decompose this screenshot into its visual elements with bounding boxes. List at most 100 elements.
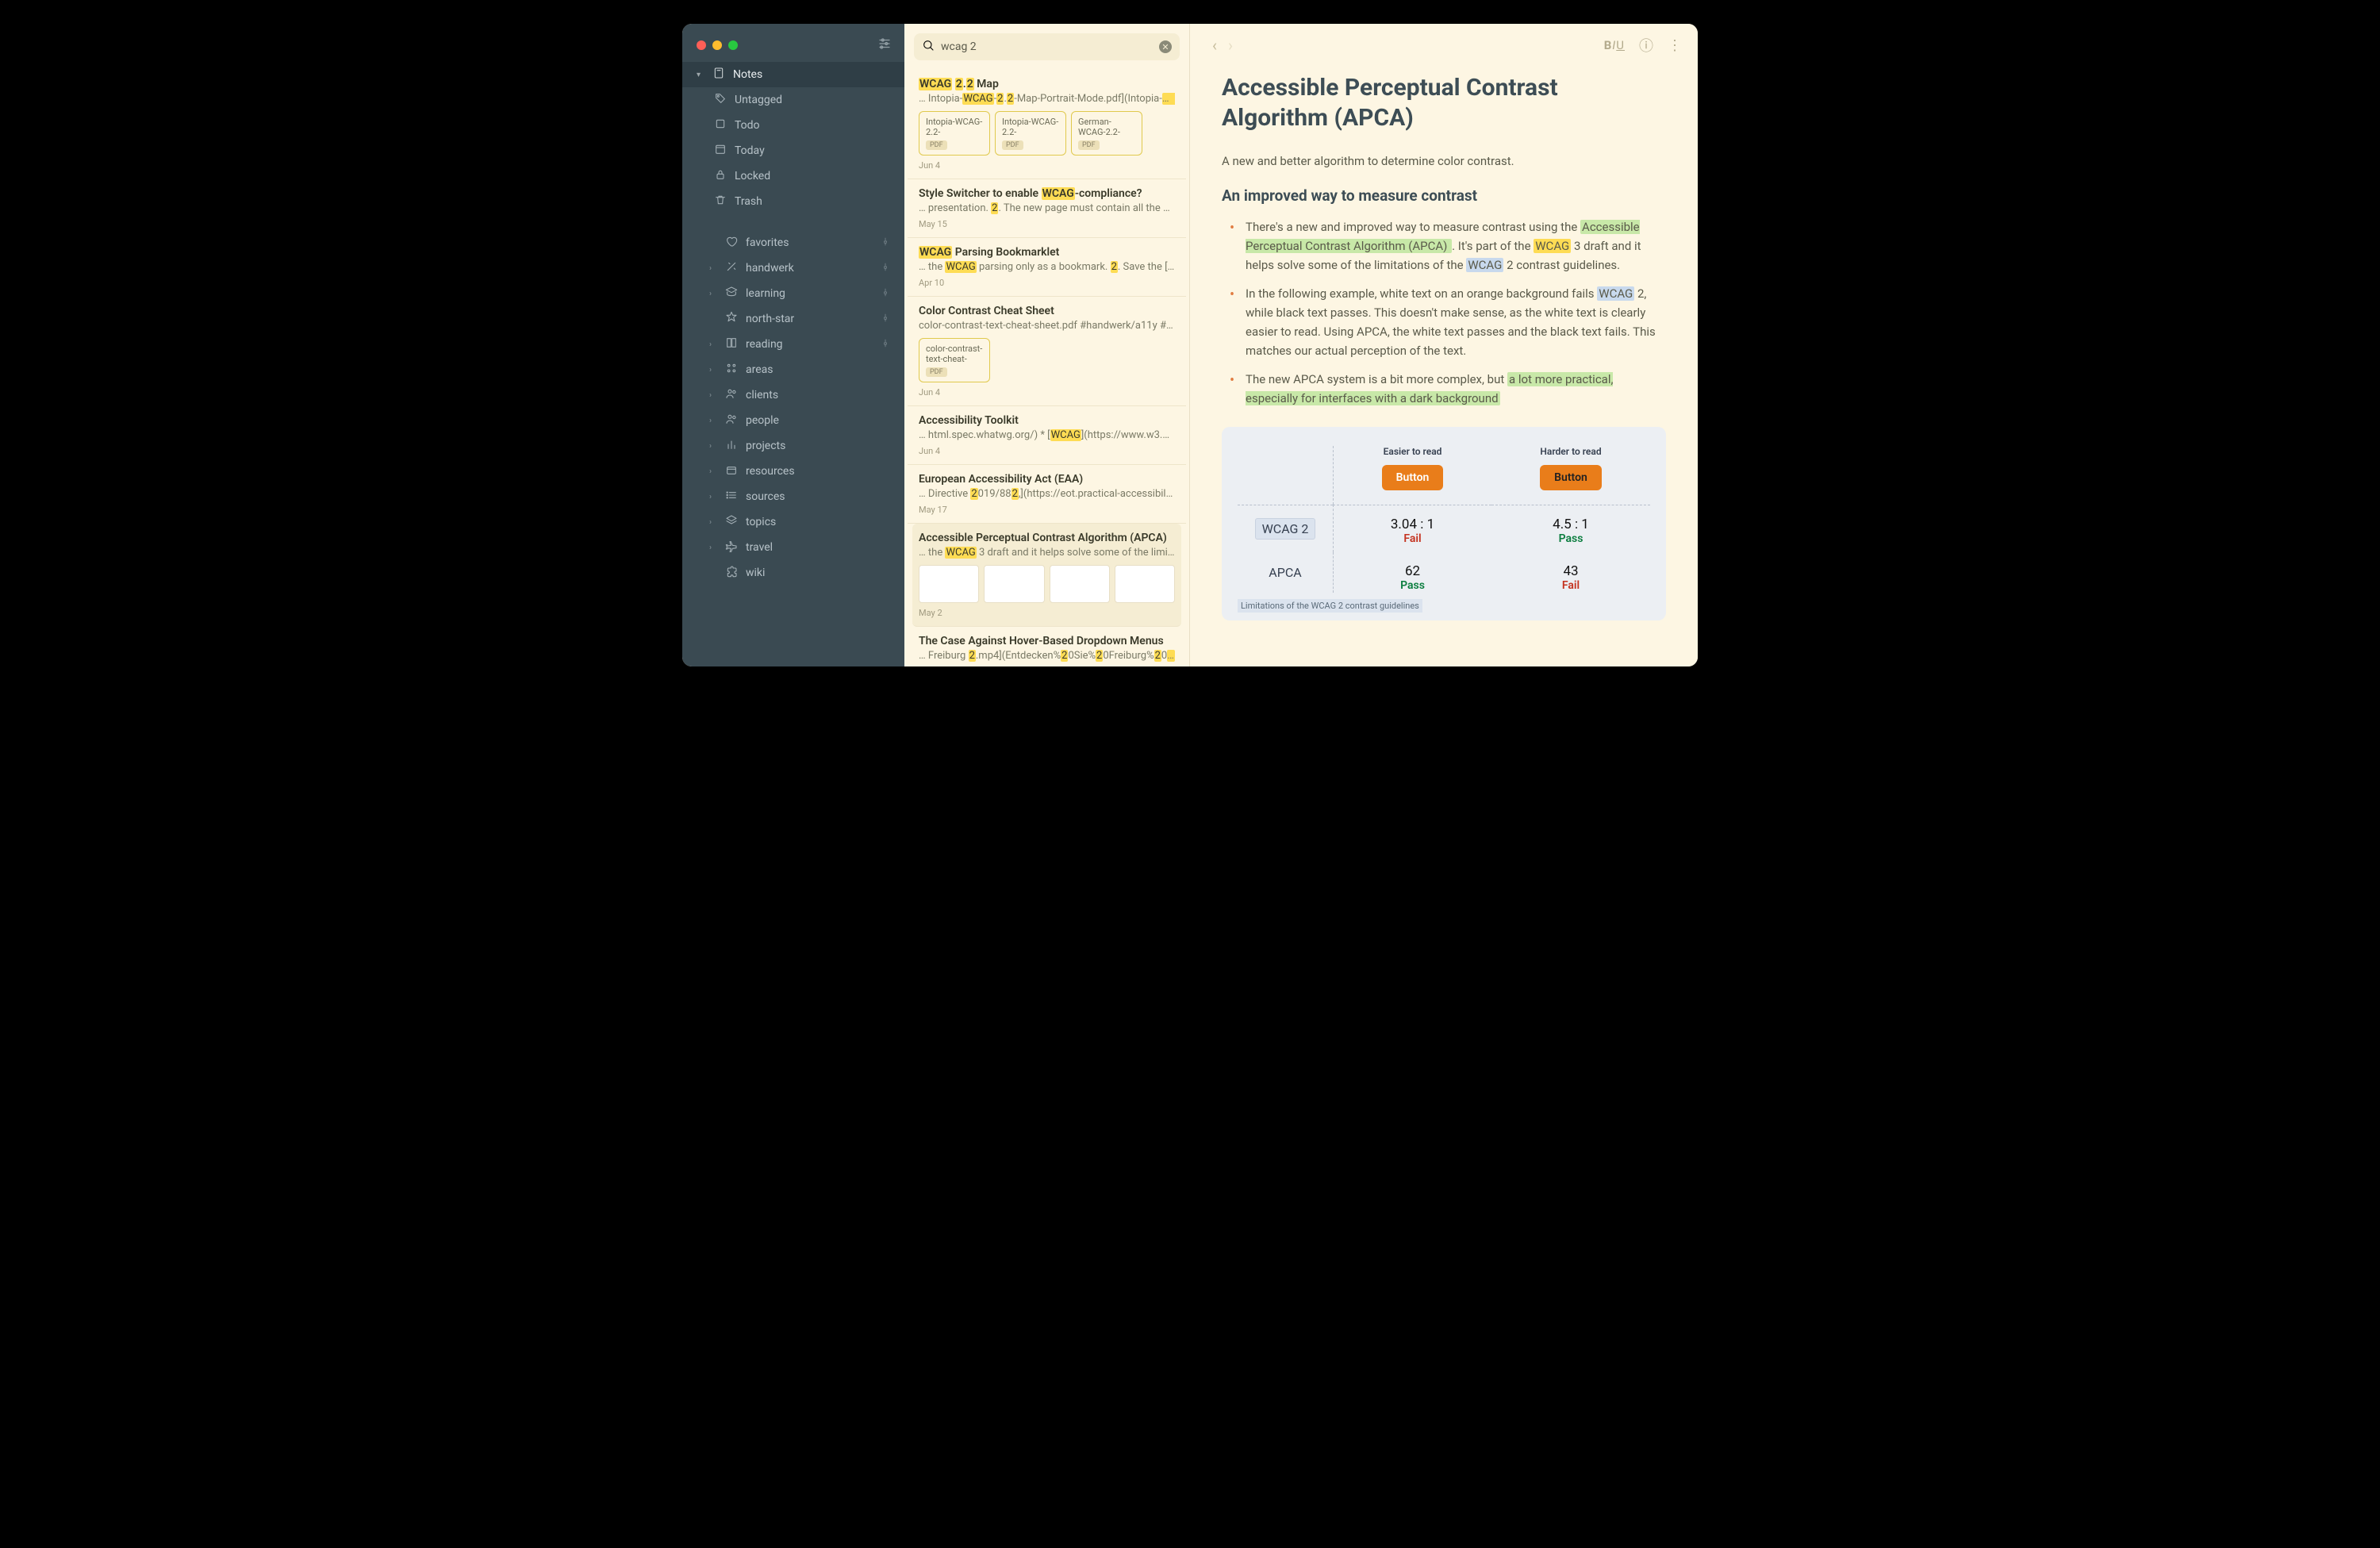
sidebar-tag-handwerk[interactable]: ›handwerk: [682, 255, 904, 281]
result-attachments: Intopia-WCAG-2.2-PDFIntopia-WCAG-2.2-PDF…: [919, 111, 1175, 156]
sidebar-tag-label: north-star: [746, 313, 794, 325]
users-icon: [725, 413, 738, 428]
settings-sliders-icon[interactable]: [877, 36, 892, 54]
chevron-right-icon: ›: [709, 417, 717, 425]
result-attachments: color-contrast-text-cheat-PDF: [919, 338, 1175, 382]
sidebar-root-notes[interactable]: ▾ Notes: [682, 62, 904, 87]
sidebar-item-label: Today: [735, 144, 765, 157]
note-pane: ‹ › BIU ⓘ ⋮ Accessible Perceptual Contra…: [1190, 24, 1698, 666]
sidebar-tag-sources[interactable]: ›sources: [682, 484, 904, 509]
zoom-window-button[interactable]: [728, 40, 738, 50]
chevron-right-icon: ›: [709, 493, 717, 501]
result-date: Jun 4: [919, 387, 1175, 398]
sidebar-tag-learning[interactable]: ›learning: [682, 281, 904, 306]
search-result-item[interactable]: Accessible Perceptual Contrast Algorithm…: [912, 524, 1181, 627]
sidebar-item-todo[interactable]: Todo: [682, 113, 904, 138]
result-date: May 17: [919, 505, 1175, 515]
result-title: Accessibility Toolkit: [919, 414, 1175, 427]
compare-value: 4.5 : 1: [1491, 505, 1650, 532]
result-snippet: color-contrast-text-cheat-sheet.pdf #han…: [919, 320, 1175, 332]
compare-value: 62: [1334, 552, 1491, 579]
wand-icon: [725, 260, 738, 276]
pdf-badge: PDF: [1078, 140, 1100, 150]
chevron-right-icon: ›: [709, 442, 717, 451]
search-result-item[interactable]: WCAG Parsing Bookmarklet… the WCAG parsi…: [908, 238, 1186, 297]
sidebar-tag-projects[interactable]: ›projects: [682, 433, 904, 459]
result-date: Apr 10: [919, 278, 1175, 288]
result-title: The Case Against Hover-Based Dropdown Me…: [919, 635, 1175, 647]
chevron-right-icon: ›: [709, 290, 717, 298]
layers-icon: [725, 514, 738, 530]
thumbnail[interactable]: [1050, 565, 1110, 603]
minimize-window-button[interactable]: [712, 40, 722, 50]
result-snippet: … Intopia-WCAG-2.2-Map-Portrait-Mode.pdf…: [919, 93, 1175, 105]
thumbnail[interactable]: [1115, 565, 1175, 603]
sidebar-item-trash[interactable]: Trash: [682, 189, 904, 214]
note-icon: [712, 67, 725, 83]
result-snippet: … the WCAG 3 draft and it helps solve so…: [919, 547, 1175, 559]
chevron-right-icon: ›: [709, 264, 717, 273]
sidebar-root-label: Notes: [733, 68, 762, 81]
puzzle-icon: [725, 565, 738, 581]
heart-icon: [725, 235, 738, 251]
more-menu-button[interactable]: ⋮: [1668, 37, 1682, 54]
pdf-badge: PDF: [926, 140, 947, 150]
nav-forward-button[interactable]: ›: [1228, 36, 1233, 55]
sidebar-item-untagged[interactable]: Untagged: [682, 87, 904, 113]
note-body[interactable]: Accessible Perceptual Contrast Algorithm…: [1190, 67, 1698, 666]
comparison-caption: Limitations of the WCAG 2 contrast guide…: [1238, 599, 1422, 613]
sidebar-tag-resources[interactable]: ›resources: [682, 459, 904, 484]
sidebar-tag-label: favorites: [746, 236, 789, 249]
search-input[interactable]: [941, 40, 1153, 53]
sidebar-item-today[interactable]: Today: [682, 138, 904, 163]
result-snippet: … presentation. 2. The new page must con…: [919, 202, 1175, 214]
format-biu-button[interactable]: BIU: [1604, 38, 1625, 53]
attachment-chip[interactable]: color-contrast-text-cheat-PDF: [919, 338, 990, 382]
search-icon: [922, 39, 935, 55]
sidebar-tag-clients[interactable]: ›clients: [682, 382, 904, 408]
note-bullet-list: There's a new and improved way to measur…: [1222, 217, 1666, 408]
sidebar-tag-reading[interactable]: ›reading: [682, 332, 904, 357]
nav-back-button[interactable]: ‹: [1212, 36, 1217, 55]
attachment-chip[interactable]: Intopia-WCAG-2.2-PDF: [919, 111, 990, 156]
attachment-chip[interactable]: Intopia-WCAG-2.2-PDF: [995, 111, 1066, 156]
close-window-button[interactable]: [697, 40, 706, 50]
sidebar-tag-label: travel: [746, 541, 773, 554]
thumbnail[interactable]: [984, 565, 1044, 603]
sidebar-tag-topics[interactable]: ›topics: [682, 509, 904, 535]
sidebar-tag-people[interactable]: ›people: [682, 408, 904, 433]
sidebar-tag-areas[interactable]: ›areas: [682, 357, 904, 382]
sidebar-tag-label: resources: [746, 465, 795, 478]
compare-row-label: WCAG 2: [1238, 505, 1333, 552]
sidebar-tag-travel[interactable]: ›travel: [682, 535, 904, 560]
result-date: Jun 4: [919, 160, 1175, 171]
clear-search-button[interactable]: ✕: [1159, 40, 1172, 53]
result-snippet: … the WCAG parsing only as a bookmark. 2…: [919, 261, 1175, 273]
note-title: Accessible Perceptual Contrast Algorithm…: [1222, 73, 1666, 133]
box-icon: [725, 463, 738, 479]
compare-col-header: Harder to read: [1491, 446, 1650, 465]
result-snippet: … html.spec.whatwg.org/) * [WCAG](https:…: [919, 429, 1175, 441]
thumbnail[interactable]: [919, 565, 979, 603]
search-result-item[interactable]: Accessibility Toolkit … html.spec.whatwg.…: [908, 406, 1186, 465]
chart-icon: [725, 438, 738, 454]
search-results-list[interactable]: WCAG 2.2 Map… Intopia-WCAG-2.2-Map-Portr…: [904, 70, 1189, 666]
sidebar-tag-wiki[interactable]: wiki: [682, 560, 904, 586]
grid-icon: [725, 362, 738, 378]
sidebar-tag-north-star[interactable]: north-star: [682, 306, 904, 332]
search-result-item[interactable]: Color Contrast Cheat Sheetcolor-contrast…: [908, 297, 1186, 406]
search-result-item[interactable]: The Case Against Hover-Based Dropdown Me…: [908, 627, 1186, 666]
window-controls: [682, 24, 904, 54]
sidebar-tag-label: topics: [746, 516, 776, 528]
search-result-item[interactable]: WCAG 2.2 Map… Intopia-WCAG-2.2-Map-Portr…: [908, 70, 1186, 179]
sidebar-item-locked[interactable]: Locked: [682, 163, 904, 189]
list-icon: [725, 489, 738, 505]
tag-icon: [714, 92, 727, 108]
search-bar[interactable]: ✕: [914, 33, 1180, 60]
sidebar-tag-favorites[interactable]: favorites: [682, 230, 904, 255]
search-result-item[interactable]: Style Switcher to enable WCAG-compliance…: [908, 179, 1186, 238]
search-result-item[interactable]: European Accessibility Act (EAA)… Direct…: [908, 465, 1186, 524]
attachment-chip[interactable]: German-WCAG-2.2-PDF: [1071, 111, 1142, 156]
sidebar-tag-label: clients: [746, 389, 778, 401]
info-button[interactable]: ⓘ: [1639, 35, 1653, 56]
